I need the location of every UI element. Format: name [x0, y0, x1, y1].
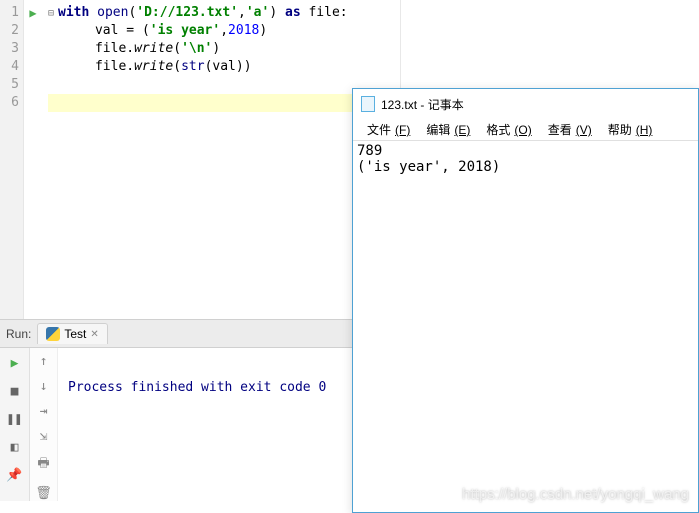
run-toolbar-secondary: ↑ ↓ ⇥ ⇲ 🖶 🗑	[30, 348, 58, 501]
stop-button[interactable]: ■	[6, 382, 24, 400]
scroll-icon[interactable]: ⇲	[40, 429, 48, 444]
gutter-markers: ▶	[24, 0, 42, 319]
code-line[interactable]: file.write('\n')	[48, 40, 699, 58]
wrap-icon[interactable]: ⇥	[40, 404, 48, 419]
code-line[interactable]: val = ('is year',2018)	[48, 22, 699, 40]
notepad-title: 123.txt - 记事本	[381, 96, 464, 113]
menu-format[interactable]: 格式(O)	[478, 119, 535, 140]
pin-button[interactable]: 📌	[6, 466, 24, 484]
notepad-window[interactable]: 123.txt - 记事本 文件(F) 编辑(E) 格式(O) 查看(V) 帮助…	[352, 88, 699, 513]
line-number: 3	[0, 40, 23, 58]
line-number-gutter: 1 2 3 4 5 6	[0, 0, 24, 319]
run-panel-label: Run:	[6, 327, 31, 341]
output-text: Process finished with exit code 0	[68, 380, 326, 395]
notepad-titlebar[interactable]: 123.txt - 记事本	[353, 89, 698, 119]
trash-icon[interactable]: 🗑	[35, 486, 52, 501]
run-config-tab[interactable]: Test ✕	[37, 323, 107, 344]
layout-button[interactable]: ◧	[6, 438, 24, 456]
line-number: 2	[0, 22, 23, 40]
run-toolbar-primary: ▶ ■ ❚❚ ◧ 📌	[0, 348, 30, 501]
menu-view[interactable]: 查看(V)	[540, 119, 596, 140]
pause-button[interactable]: ❚❚	[6, 410, 24, 428]
menu-edit[interactable]: 编辑(E)	[418, 119, 474, 140]
document-icon	[361, 96, 375, 112]
code-line[interactable]: file.write(str(val))	[48, 58, 699, 76]
up-icon[interactable]: ↑	[40, 354, 48, 369]
python-icon	[46, 327, 60, 341]
notepad-menubar: 文件(F) 编辑(E) 格式(O) 查看(V) 帮助(H)	[353, 119, 698, 141]
run-tab-name: Test	[64, 327, 86, 341]
code-line[interactable]: ⊟with open('D://123.txt','a') as file:	[48, 4, 699, 22]
line-number: 1	[0, 4, 23, 22]
rerun-button[interactable]: ▶	[6, 354, 24, 372]
down-icon[interactable]: ↓	[40, 379, 48, 394]
print-icon[interactable]: 🖶	[37, 454, 49, 476]
run-line-icon[interactable]: ▶	[24, 4, 42, 22]
menu-help[interactable]: 帮助(H)	[600, 119, 657, 140]
notepad-text-area[interactable]: 789 ('is year', 2018)	[353, 141, 698, 177]
line-number: 5	[0, 76, 23, 94]
close-icon[interactable]: ✕	[90, 329, 98, 340]
line-number: 4	[0, 58, 23, 76]
line-number: 6	[0, 94, 23, 112]
menu-file[interactable]: 文件(F)	[359, 119, 414, 140]
